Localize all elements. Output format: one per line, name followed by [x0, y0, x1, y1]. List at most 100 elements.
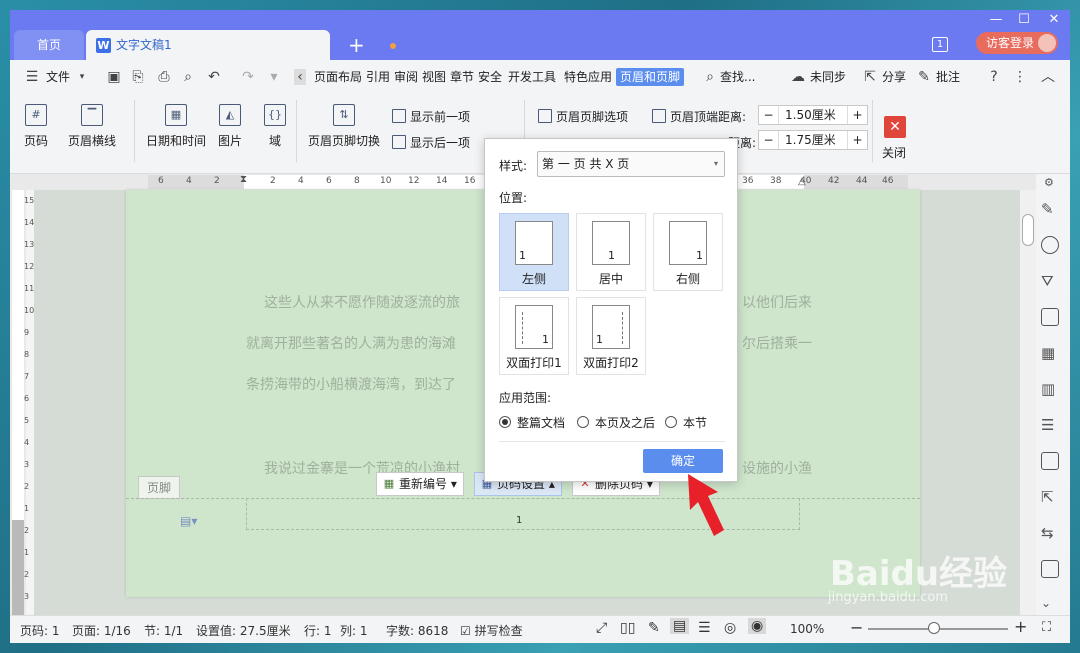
show-next-button[interactable]: 显示后一项 — [392, 134, 470, 151]
maximize-icon[interactable]: ☐ — [1014, 12, 1034, 27]
decrease-button[interactable]: − — [759, 131, 779, 149]
menu-view[interactable]: 视图 — [422, 68, 446, 86]
header-line-button[interactable]: ▔ 页眉横线 — [68, 104, 116, 149]
increase-button[interactable]: + — [847, 131, 867, 149]
page-number-button[interactable]: # 页码 — [24, 104, 48, 149]
menu-special[interactable]: 特色应用 — [564, 68, 612, 86]
scope-section-radio[interactable] — [665, 416, 677, 428]
zoom-in-button[interactable]: + — [1014, 617, 1027, 636]
sidebar-settings-icon[interactable]: ⚙ — [1044, 176, 1054, 189]
zoom-out-button[interactable]: − — [850, 618, 863, 637]
fit-window-icon[interactable]: ⛶ — [1042, 620, 1051, 635]
paragraph-text[interactable]: 以他们后来 — [742, 292, 812, 312]
menu-file[interactable]: 文件 — [46, 68, 70, 86]
decrease-button[interactable]: − — [759, 106, 779, 124]
table-icon[interactable] — [1041, 308, 1059, 326]
scope-after-radio[interactable] — [577, 416, 589, 428]
more-icon[interactable]: ⋮ — [1012, 69, 1028, 85]
position-duplex2-option[interactable]: 1 双面打印2 — [576, 297, 646, 375]
guest-login-button[interactable]: 访客登录 — [976, 32, 1058, 54]
chart-icon[interactable]: ▥ — [1041, 380, 1059, 398]
indent-marker-icon[interactable]: ⧗ — [240, 174, 247, 185]
date-time-button[interactable]: ▦ 日期和时间 — [146, 104, 206, 149]
header-footer-options-button[interactable]: 页眉页脚选项 — [538, 108, 628, 125]
zoom-slider-knob[interactable] — [928, 622, 940, 634]
page-view-icon[interactable]: ▤ — [670, 618, 690, 634]
paragraph-text[interactable]: 这些人从来不愿作随波逐流的旅 — [264, 292, 460, 312]
close-window-icon[interactable]: ✕ — [1044, 12, 1064, 27]
new-tab-button[interactable]: + — [348, 32, 365, 58]
position-duplex1-option[interactable]: 1 双面打印1 — [499, 297, 569, 375]
menu-page-layout[interactable]: 页面布局 — [314, 68, 362, 86]
menu-header-footer[interactable]: 页眉和页脚 — [616, 68, 685, 86]
translate-icon[interactable]: ⇆ — [1041, 524, 1059, 542]
scope-section-label[interactable]: 本节 — [683, 414, 707, 431]
hamburger-icon[interactable]: ☰ — [24, 69, 40, 85]
status-pages[interactable]: 页面: 1/16 — [72, 622, 131, 639]
menu-reference[interactable]: 引用 — [366, 68, 390, 86]
share-out-icon[interactable]: ⇱ — [1041, 488, 1059, 506]
menu-chapter[interactable]: 章节 — [450, 68, 474, 86]
archive-icon[interactable] — [1041, 560, 1059, 578]
help-icon[interactable]: ? — [986, 69, 1002, 85]
more-chevron-icon[interactable]: ▾ — [266, 69, 282, 85]
spell-check-button[interactable]: ☑ 拼写检查 — [460, 622, 523, 639]
pen-mode-icon[interactable]: ✎ — [648, 620, 660, 636]
save-icon[interactable]: ▣ — [106, 69, 122, 85]
header-top-distance-input[interactable]: − 1.50厘米 + — [758, 105, 868, 125]
position-left-option[interactable]: 1 左侧 — [499, 213, 569, 291]
outline-view-icon[interactable]: ☰ — [698, 620, 711, 636]
field-button[interactable]: {} 域 — [264, 104, 286, 149]
paragraph-text[interactable]: 设施的小渔 — [742, 458, 812, 478]
scope-after-label[interactable]: 本页及之后 — [595, 414, 655, 431]
tab-home[interactable]: 首页 — [14, 30, 84, 60]
shapes-icon[interactable] — [1041, 236, 1059, 254]
pen-icon[interactable]: ✎ — [1041, 200, 1059, 218]
tab-document[interactable]: W 文字文稿1 — [86, 30, 396, 60]
header-footer-switch-button[interactable]: ⇅ 页眉页脚切换 — [308, 104, 380, 149]
status-section[interactable]: 节: 1/1 — [144, 622, 183, 639]
menu-developer[interactable]: 开发工具 — [508, 68, 556, 86]
share-button[interactable]: 分享 — [882, 68, 906, 86]
ok-button[interactable]: 确定 — [643, 449, 723, 473]
scope-whole-radio[interactable] — [499, 416, 511, 428]
layers-icon[interactable]: ⛛ — [1041, 272, 1059, 290]
paste-options-icon[interactable]: ▤▾ — [180, 514, 197, 528]
status-col[interactable]: 列: 1 — [340, 622, 368, 639]
paragraph-text[interactable]: 就离开那些著名的人满为患的海滩 — [246, 333, 456, 353]
window-count-badge[interactable]: 1 — [932, 37, 948, 52]
paragraph-text[interactable]: 条捞海带的小船横渡海湾，到达了 — [246, 374, 456, 394]
expand-down-icon[interactable]: ⌄ — [1041, 596, 1059, 614]
status-row[interactable]: 行: 1 — [304, 622, 332, 639]
export-icon[interactable]: ⎘ — [130, 69, 146, 85]
print-icon[interactable]: ⎙ — [156, 69, 172, 85]
footer-page-number[interactable]: 1 — [516, 515, 522, 526]
annotate-button[interactable]: 批注 — [936, 68, 960, 86]
apps-grid-icon[interactable]: ▦ — [1041, 344, 1059, 362]
right-indent-marker-icon[interactable]: △ — [798, 176, 806, 187]
position-right-option[interactable]: 1 右侧 — [653, 213, 723, 291]
sliders-icon[interactable]: ☰ — [1041, 416, 1059, 434]
chevron-down-icon[interactable]: ▾ — [74, 69, 90, 85]
increase-button[interactable]: + — [847, 106, 867, 124]
undo-icon[interactable]: ↶ — [206, 69, 222, 85]
scope-whole-label[interactable]: 整篇文档 — [517, 414, 565, 431]
close-header-footer-button[interactable]: ✕ — [884, 116, 906, 138]
status-words[interactable]: 字数: 8618 — [386, 622, 448, 639]
zoom-level[interactable]: 100% — [790, 622, 824, 636]
style-select[interactable]: 第 一 页 共 X 页 ▾ — [537, 151, 725, 177]
read-mode-icon[interactable]: ▯▯ — [620, 620, 635, 636]
sync-status[interactable]: 未同步 — [810, 68, 846, 86]
scrollbar-thumb[interactable] — [1022, 214, 1034, 246]
status-setting[interactable]: 设置值: 27.5厘米 — [196, 622, 291, 639]
collapse-ribbon-icon[interactable]: ︿ — [1040, 69, 1056, 85]
web-view-icon[interactable]: ◎ — [724, 620, 736, 636]
paragraph-text[interactable]: 尔后搭乘一 — [742, 333, 812, 353]
picture-button[interactable]: ◭ 图片 — [218, 104, 242, 149]
footer-bottom-distance-input[interactable]: − 1.75厘米 + — [758, 130, 868, 150]
vertical-scrollbar[interactable] — [1020, 190, 1036, 615]
status-page-code[interactable]: 页码: 1 — [20, 622, 60, 639]
print-preview-icon[interactable]: ⌕ — [180, 69, 196, 85]
minimize-icon[interactable]: — — [986, 12, 1006, 27]
renumber-button[interactable]: ▦ 重新编号 ▾ — [376, 472, 464, 496]
